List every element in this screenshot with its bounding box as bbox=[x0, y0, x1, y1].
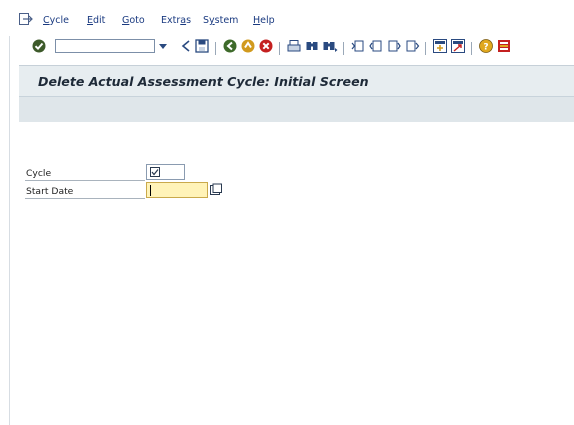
menu-help[interactable]: Help bbox=[253, 15, 275, 26]
calendar-help-icon[interactable] bbox=[209, 183, 223, 197]
screen-content bbox=[10, 122, 574, 425]
screen-title: Delete Actual Assessment Cycle: Initial … bbox=[38, 74, 369, 89]
enter-icon[interactable] bbox=[31, 38, 47, 54]
toolbar-separator bbox=[279, 42, 280, 55]
menu-system[interactable]: System bbox=[203, 15, 238, 26]
menu-edit[interactable]: Edit bbox=[87, 15, 105, 26]
sap-window: Cycle Edit Goto Extras System Help ? Del… bbox=[0, 0, 574, 425]
toolbar-separator bbox=[425, 42, 426, 55]
text-cursor bbox=[150, 185, 151, 196]
layout-menu-icon[interactable] bbox=[496, 38, 512, 54]
command-field[interactable] bbox=[55, 39, 155, 53]
help-icon[interactable]: ? bbox=[478, 38, 494, 54]
toolbar-separator bbox=[471, 42, 472, 55]
print-icon[interactable] bbox=[286, 38, 302, 54]
back-arrow-icon[interactable] bbox=[178, 38, 194, 54]
find-next-icon[interactable] bbox=[322, 38, 338, 54]
exit-icon[interactable] bbox=[240, 38, 256, 54]
previous-page-icon[interactable] bbox=[368, 38, 384, 54]
save-icon[interactable] bbox=[194, 38, 210, 54]
toolbar-separator bbox=[343, 42, 344, 55]
toolbar-separator bbox=[215, 42, 216, 55]
title-area: Delete Actual Assessment Cycle: Initial … bbox=[19, 65, 574, 123]
checkbox-icon bbox=[150, 167, 160, 177]
first-page-icon[interactable] bbox=[350, 38, 366, 54]
menu-extras[interactable]: Extras bbox=[161, 15, 191, 26]
cycle-label-underline bbox=[25, 180, 145, 181]
start-date-label-underline bbox=[25, 198, 145, 199]
find-icon[interactable] bbox=[304, 38, 320, 54]
create-session-icon[interactable] bbox=[432, 38, 448, 54]
menu-cycle[interactable]: Cycle bbox=[43, 15, 69, 26]
shortcut-icon[interactable] bbox=[450, 38, 466, 54]
command-dropdown-icon[interactable] bbox=[156, 39, 170, 53]
start-date-label: Start Date bbox=[26, 186, 74, 197]
cancel-icon[interactable] bbox=[258, 38, 274, 54]
menu-exit-icon[interactable] bbox=[19, 13, 33, 25]
back-icon[interactable] bbox=[222, 38, 238, 54]
next-page-icon[interactable] bbox=[386, 38, 402, 54]
cycle-input[interactable] bbox=[146, 164, 185, 180]
title-bar: Delete Actual Assessment Cycle: Initial … bbox=[19, 66, 574, 97]
svg-text:?: ? bbox=[483, 43, 488, 53]
last-page-icon[interactable] bbox=[404, 38, 420, 54]
menu-bar: Cycle Edit Goto Extras System Help bbox=[0, 0, 574, 36]
start-date-input[interactable] bbox=[146, 182, 208, 198]
cycle-label: Cycle bbox=[26, 168, 52, 179]
menu-goto[interactable]: Goto bbox=[122, 15, 145, 26]
